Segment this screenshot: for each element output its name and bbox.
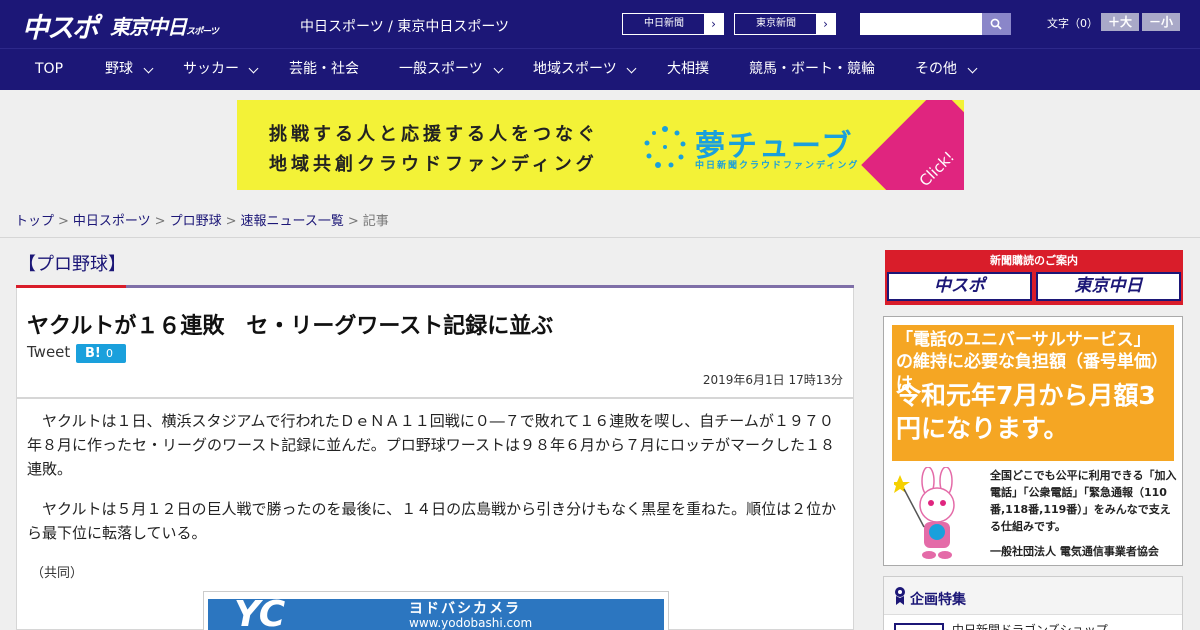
search-button[interactable] (982, 13, 1011, 35)
banner-line1: 挑戦する人と応援する人をつなぐ (269, 124, 599, 145)
subscribe-tokyo-chunichi-button[interactable]: 東京中日 (1036, 272, 1181, 301)
banner-line2: 地域共創クラウドファンディング (269, 154, 598, 175)
breadcrumb-separator: > (154, 214, 166, 229)
tokyo-shimbun-link[interactable]: 東京新聞 › (734, 13, 836, 35)
feature-title: 企画特集 (910, 592, 966, 608)
nav-item-label: その他 (915, 61, 957, 77)
tokyo-chunichi-logo-small: スポーツ (186, 27, 219, 37)
top-header: 中スポ 東京中日スポーツ 中日スポーツ / 東京中日スポーツ 中日新聞 › 東京… (0, 0, 1200, 48)
font-larger-button[interactable]: ＋大 (1101, 13, 1139, 31)
banner-brand-sub: 中日新聞クラウドファンディング (695, 161, 860, 171)
subscribe-chuspo-button[interactable]: 中スポ (887, 272, 1032, 301)
hatena-count: 0 (106, 347, 113, 360)
breadcrumb-bar: トップ > 中日スポーツ > プロ野球 > 速報ニュース一覧 > 記事 (0, 200, 1200, 238)
font-smaller-button[interactable]: －小 (1142, 13, 1180, 31)
nav-item-sumo[interactable]: 大相撲 (667, 49, 709, 90)
chunichi-shimbun-link[interactable]: 中日新聞 › (622, 13, 724, 35)
tweet-button[interactable]: Tweet (27, 343, 70, 361)
hatena-bookmark-button[interactable]: B! 0 (76, 344, 126, 363)
breadcrumb-separator: > (347, 214, 359, 229)
nav-item-label: 大相撲 (667, 61, 709, 77)
chevron-right-icon: › (816, 14, 835, 34)
feature-item-thumbnail[interactable] (894, 623, 944, 630)
ribbon-icon (895, 587, 905, 605)
hatena-icon: B! (85, 346, 101, 361)
article-header: ヤクルトが１６連敗 セ・リーグワースト記録に並ぶ Tweet B! 0 2019… (16, 288, 854, 398)
nav-item-others[interactable]: その他 (915, 49, 978, 90)
breadcrumb-top[interactable]: トップ (15, 214, 54, 229)
ad-line4: 一般社団法人 電気通信事業者協会 (990, 545, 1159, 558)
chevron-down-icon (143, 63, 154, 74)
article-date: 2019年6月1日 17時13分 (702, 373, 843, 387)
article-headline: ヤクルトが１６連敗 セ・リーグワースト記録に並ぶ (27, 314, 554, 339)
nav-item-entertainment[interactable]: 芸能・社会 (289, 49, 359, 90)
nav-item-label: TOP (35, 61, 64, 77)
ad-line3: 全国どこでも公平に利用できる「加入電話」「公衆電話」「緊急通報（110番,118… (990, 469, 1177, 533)
chevron-right-icon: › (704, 14, 723, 34)
nav-item-label: 野球 (105, 61, 133, 77)
site-name: 中日スポーツ / 東京中日スポーツ (300, 19, 510, 35)
search-icon (990, 18, 1002, 30)
article-credit: （共同） (31, 566, 84, 581)
search-input[interactable] (860, 13, 982, 35)
breadcrumb-pro-baseball[interactable]: プロ野球 (170, 214, 222, 229)
nav-item-local-sports[interactable]: 地域スポーツ (533, 49, 637, 90)
font-size-label: 文字（0） (1047, 17, 1098, 30)
article-body: ヤクルトは１日、横浜スタジアムで行われたＤｅＮＡ１１回戦に０―７で敗れて１６連敗… (16, 398, 854, 630)
nav-item-label: 競馬・ボート・競輪 (749, 61, 875, 77)
banner-corner (861, 100, 964, 190)
nav-item-soccer[interactable]: サッカー (183, 49, 259, 90)
ad-line2: 令和元年7月から月額3円になります。 (896, 381, 1156, 443)
ad-text-name: ヨドバシカメラ (409, 601, 521, 617)
tokyo-shimbun-label: 東京新聞 (756, 18, 796, 29)
tokyo-chunichi-logo[interactable]: 東京中日スポーツ (110, 11, 219, 40)
subscription-panel: 新聞購読のご案内 中スポ 東京中日 (885, 250, 1183, 305)
breadcrumb-separator: > (225, 214, 237, 229)
nav-item-label: 芸能・社会 (289, 61, 359, 77)
nav-item-label: 地域スポーツ (533, 61, 617, 77)
breadcrumb-current: 記事 (362, 214, 389, 229)
breadcrumb-separator: > (58, 214, 69, 229)
article-paragraph: ヤクルトは５月１２日の巨人戦で勝ったのを最後に、１４日の広島戦から引き分けもなく… (27, 500, 837, 542)
chuspo-logo[interactable]: 中スポ (22, 6, 99, 45)
subscription-header: 新聞購読のご案内 (990, 254, 1078, 267)
category-label: 【プロ野球】 (18, 254, 126, 275)
nav-item-racing[interactable]: 競馬・ボート・競輪 (749, 49, 875, 90)
ad-text-url: www.yodobashi.com (409, 616, 533, 630)
breadcrumb-chunichi-sports[interactable]: 中日スポーツ (73, 214, 151, 229)
chevron-down-icon (248, 63, 259, 74)
nav-item-label: 一般スポーツ (399, 61, 483, 77)
main-nav: TOP 野球 サッカー 芸能・社会 一般スポーツ 地域スポーツ 大相撲 競馬・ボ… (0, 48, 1200, 90)
rabbit-mascot-icon (894, 467, 955, 559)
dots-logo-icon (644, 126, 686, 168)
ad-logo: YC (234, 594, 286, 630)
breadcrumb: トップ > 中日スポーツ > プロ野球 > 速報ニュース一覧 > 記事 (15, 210, 389, 229)
chevron-down-icon (626, 63, 637, 74)
article-paragraph: ヤクルトは１日、横浜スタジアムで行われたＤｅＮＡ１１回戦に０―７で敗れて１６連敗… (27, 412, 836, 478)
chevron-down-icon (493, 63, 504, 74)
nav-item-label: サッカー (183, 61, 239, 77)
universal-service-ad[interactable]: 「電話のユニバーサルサービス」の維持に必要な負担額（番号単価）は 令和元年7月か… (883, 316, 1183, 566)
yodobashi-ad[interactable]: YC ヨドバシカメラ www.yodobashi.com (203, 591, 669, 630)
chevron-down-icon (967, 63, 978, 74)
feature-item-link[interactable]: 中日新聞ドラゴンズショップ (952, 621, 1108, 630)
breadcrumb-news-list[interactable]: 速報ニュース一覧 (241, 214, 344, 229)
crowdfunding-banner[interactable]: 挑戦する人と応援する人をつなぐ 地域共創クラウドファンディング 夢チューブ 中日… (237, 100, 964, 190)
feature-panel: 企画特集 中日新聞ドラゴンズショップ (883, 576, 1183, 630)
nav-item-general-sports[interactable]: 一般スポーツ (399, 49, 504, 90)
tokyo-chunichi-logo-text: 東京中日 (110, 15, 187, 39)
nav-item-top[interactable]: TOP (35, 49, 63, 90)
nav-item-baseball[interactable]: 野球 (105, 49, 154, 90)
feature-header: 企画特集 (884, 577, 1182, 615)
chunichi-shimbun-label: 中日新聞 (644, 18, 684, 29)
